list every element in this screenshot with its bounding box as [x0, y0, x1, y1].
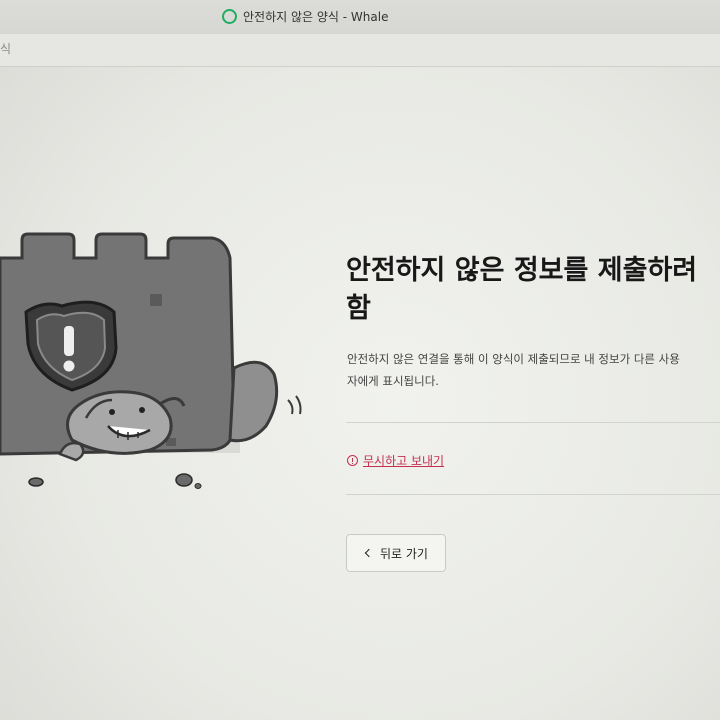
- toolbar-edge-text: 식: [0, 42, 12, 56]
- window-title-group: 안전하지 않은 양식 - Whale: [222, 8, 388, 25]
- send-anyway-link[interactable]: 무시하고 보내기: [363, 452, 444, 469]
- divider-bottom: [346, 494, 720, 495]
- window-title: 안전하지 않은 양식 - Whale: [243, 10, 389, 24]
- divider-top: [346, 422, 720, 423]
- warning-description: 안전하지 않은 연결을 통해 이 양식이 제출되므로 내 정보가 다른 사용자에…: [347, 352, 680, 388]
- exclamation-circle-icon: [347, 455, 358, 466]
- whale-browser-icon: [222, 9, 237, 24]
- window-titlebar: 안전하지 않은 양식 - Whale: [0, 0, 720, 34]
- page-title: 안전하지 않은 정보를 제출하려 함: [346, 255, 698, 324]
- browser-toolbar: 식: [0, 34, 720, 67]
- send-anyway-link-row[interactable]: 무시하고 보내기: [347, 452, 444, 469]
- go-back-button[interactable]: 뒤로 가기: [346, 534, 446, 572]
- go-back-label: 뒤로 가기: [380, 546, 428, 561]
- browser-screen: 안전하지 않은 양식 - Whale 식 안전하지 않은 정보를 제출하려 함 …: [0, 0, 720, 720]
- shield-wall-illustration: [0, 232, 302, 489]
- chevron-left-icon: [364, 548, 374, 558]
